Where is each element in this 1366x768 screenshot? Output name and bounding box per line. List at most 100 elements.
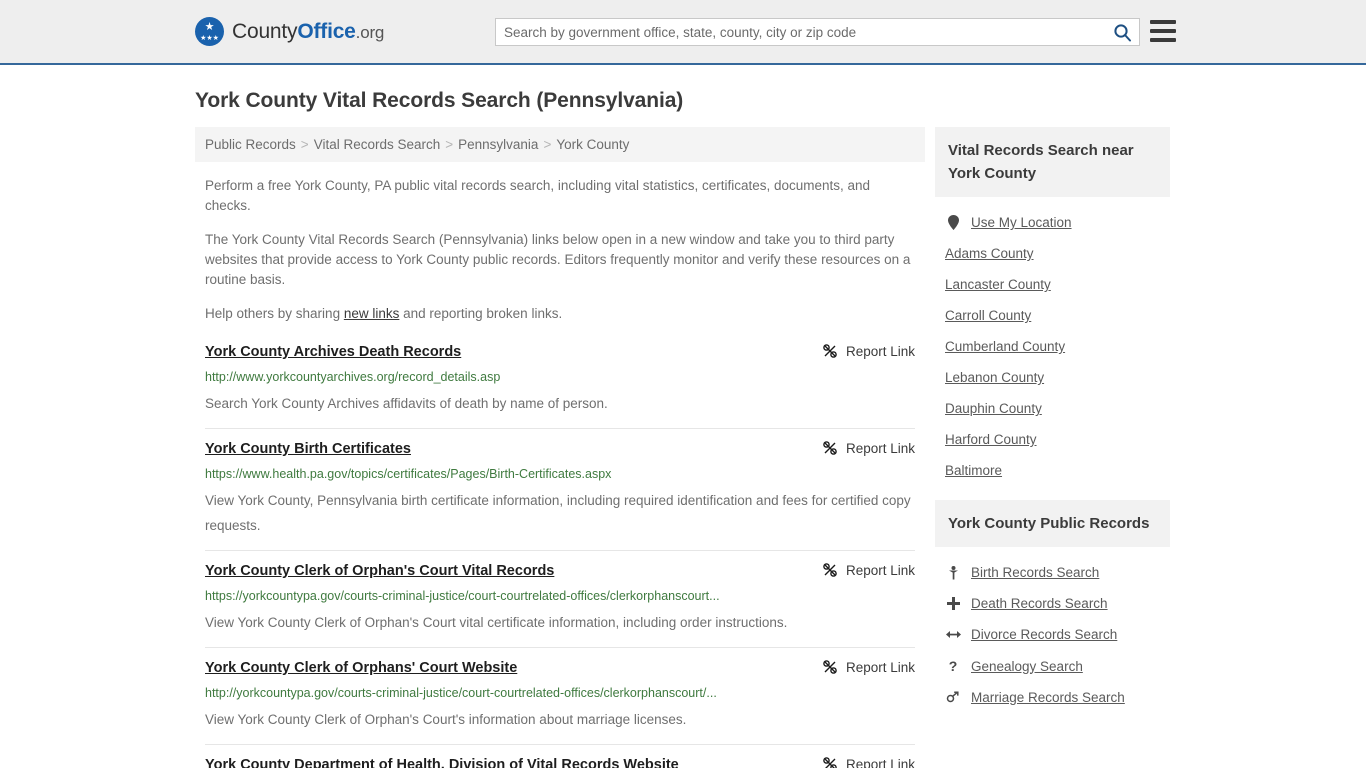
report-link-button[interactable]: Report Link xyxy=(822,342,915,359)
result-description: View York County Clerk of Orphan's Court… xyxy=(205,615,788,630)
result-header: York County Archives Death Records Repor… xyxy=(205,342,915,362)
public-records-panel-title: York County Public Records xyxy=(935,500,1170,547)
sidebar-item-label[interactable]: Birth Records Search xyxy=(971,565,1099,580)
sidebar-item-label[interactable]: Divorce Records Search xyxy=(971,627,1117,642)
result-url: https://www.health.pa.gov/topics/certifi… xyxy=(205,467,612,481)
result-title-link[interactable]: York County Clerk of Orphans' Court Webs… xyxy=(205,658,517,678)
sidebar-item-marriage-records-search[interactable]: Marriage Records Search xyxy=(935,682,1170,713)
result-description: View York County Clerk of Orphan's Court… xyxy=(205,712,687,727)
sidebar-item-divorce-records-search[interactable]: Divorce Records Search xyxy=(935,619,1170,650)
intro-p3-before: Help others by sharing xyxy=(205,306,344,321)
result-url: http://www.yorkcountyarchives.org/record… xyxy=(205,370,501,384)
intro-paragraph-2: The York County Vital Records Search (Pe… xyxy=(205,232,911,287)
report-link-label: Report Link xyxy=(845,756,915,768)
sidebar-item-cumberland-county[interactable]: Cumberland County xyxy=(935,331,1170,362)
sidebar-item-dauphin-county[interactable]: Dauphin County xyxy=(935,393,1170,424)
result-title-link[interactable]: York County Archives Death Records xyxy=(205,342,461,362)
content-layout: Public Records > Vital Records Search > Penn… xyxy=(195,127,1366,768)
report-link-label: Report Link xyxy=(845,562,915,578)
stars-glyph: ★★★ xyxy=(200,35,219,42)
site-logo[interactable]: ★ ★★★ CountyOffice.org xyxy=(195,17,384,46)
intro-text: Perform a free York County, PA public vi… xyxy=(195,176,925,324)
page-body: York County Vital Records Search (Pennsy… xyxy=(0,89,1366,768)
result-title-link[interactable]: York County Clerk of Orphan's Court Vita… xyxy=(205,561,554,581)
report-link-label: Report Link xyxy=(845,659,915,675)
sidebar-item-label[interactable]: Carroll County xyxy=(945,308,1031,323)
broken-link-icon xyxy=(823,757,837,768)
sidebar-item-label[interactable]: Lebanon County xyxy=(945,370,1044,385)
brand-part-org: .org xyxy=(355,22,385,42)
sidebar-item-genealogy-search[interactable]: ? Genealogy Search xyxy=(935,650,1170,682)
brand-wordmark: CountyOffice.org xyxy=(232,20,384,44)
search-input[interactable] xyxy=(496,19,1105,45)
sidebar-item-label[interactable]: Lancaster County xyxy=(945,277,1051,292)
report-link-label: Report Link xyxy=(845,440,915,456)
report-link-button[interactable]: Report Link xyxy=(822,561,915,578)
sidebar-item-label[interactable]: Marriage Records Search xyxy=(971,690,1125,705)
sidebar-item-harford-county[interactable]: Harford County xyxy=(935,424,1170,455)
sidebar-item-label[interactable]: Use My Location xyxy=(971,215,1072,230)
public-records-panel: York County Public Records Birth Records… xyxy=(935,500,1170,713)
sidebar-item-label[interactable]: Cumberland County xyxy=(945,339,1065,354)
map-pin-icon xyxy=(945,215,961,230)
broken-link-icon xyxy=(823,660,837,674)
breadcrumb-separator: > xyxy=(445,137,454,152)
result-item: York County Archives Death Records Repor… xyxy=(205,340,915,428)
report-link-button[interactable]: Report Link xyxy=(822,755,915,768)
nearby-panel-title: Vital Records Search near York County xyxy=(935,127,1170,197)
hamburger-bar-3 xyxy=(1150,38,1176,42)
breadcrumb-item-pennsylvania[interactable]: Pennsylvania xyxy=(458,137,538,152)
result-description: Search York County Archives affidavits o… xyxy=(205,396,608,411)
breadcrumb-item-vital-records-search[interactable]: Vital Records Search xyxy=(314,137,441,152)
report-link-label: Report Link xyxy=(845,343,915,359)
sidebar-item-label[interactable]: Baltimore xyxy=(945,463,1002,478)
new-links-link[interactable]: new links xyxy=(344,306,400,321)
main-column: Public Records > Vital Records Search > Penn… xyxy=(195,127,925,768)
sidebar-item-label[interactable]: Harford County xyxy=(945,432,1037,447)
result-item: York County Department of Health, Divisi… xyxy=(205,744,915,768)
sidebar-item-label[interactable]: Genealogy Search xyxy=(971,659,1083,674)
site-header: ★ ★★★ CountyOffice.org xyxy=(0,0,1366,65)
sidebar: Vital Records Search near York County Us… xyxy=(935,127,1170,717)
sidebar-item-death-records-search[interactable]: Death Records Search xyxy=(935,588,1170,619)
result-url: https://yorkcountypa.gov/courts-criminal… xyxy=(205,589,720,603)
hamburger-bar-2 xyxy=(1150,29,1176,33)
sidebar-item-lancaster-county[interactable]: Lancaster County xyxy=(935,269,1170,300)
result-item: York County Clerk of Orphans' Court Webs… xyxy=(205,647,915,744)
brand-part-county: County xyxy=(232,19,298,43)
sidebar-item-birth-records-search[interactable]: Birth Records Search xyxy=(935,557,1170,588)
search-button[interactable] xyxy=(1105,19,1139,45)
result-header: York County Department of Health, Divisi… xyxy=(205,755,915,768)
county-office-seal-icon: ★ ★★★ xyxy=(195,17,224,46)
breadcrumb-item-public-records[interactable]: Public Records xyxy=(205,137,296,152)
result-item: York County Birth Certificates Report Li… xyxy=(205,428,915,550)
breadcrumb-item-york-county[interactable]: York County xyxy=(556,137,629,152)
sidebar-item-carroll-county[interactable]: Carroll County xyxy=(935,300,1170,331)
results-list: York County Archives Death Records Repor… xyxy=(195,340,925,768)
report-link-button[interactable]: Report Link xyxy=(822,658,915,675)
nearby-panel: Vital Records Search near York County Us… xyxy=(935,127,1170,486)
intro-paragraph-1: Perform a free York County, PA public vi… xyxy=(205,178,871,213)
result-title-link[interactable]: York County Birth Certificates xyxy=(205,439,411,459)
eagle-glyph: ★ xyxy=(204,21,215,33)
sidebar-item-use-my-location[interactable]: Use My Location xyxy=(935,207,1170,238)
sidebar-item-adams-county[interactable]: Adams County xyxy=(935,238,1170,269)
sidebar-item-label[interactable]: Dauphin County xyxy=(945,401,1042,416)
hamburger-menu-icon[interactable] xyxy=(1150,20,1176,42)
gender-symbols-icon xyxy=(945,691,961,704)
sidebar-item-baltimore[interactable]: Baltimore xyxy=(935,455,1170,486)
result-description: View York County, Pennsylvania birth cer… xyxy=(205,493,911,533)
result-title-link[interactable]: York County Department of Health, Divisi… xyxy=(205,755,679,768)
intro-paragraph-3: Help others by sharing new links and rep… xyxy=(205,304,915,324)
cross-icon xyxy=(945,597,961,610)
intro-p3-after: and reporting broken links. xyxy=(399,306,563,321)
sidebar-item-lebanon-county[interactable]: Lebanon County xyxy=(935,362,1170,393)
breadcrumb: Public Records > Vital Records Search > Penn… xyxy=(195,127,925,162)
report-link-button[interactable]: Report Link xyxy=(822,439,915,456)
left-right-arrow-icon xyxy=(945,629,961,640)
brand-part-office: Office xyxy=(297,19,356,43)
baby-icon xyxy=(945,565,961,580)
sidebar-item-label[interactable]: Death Records Search xyxy=(971,596,1108,611)
sidebar-item-label[interactable]: Adams County xyxy=(945,246,1034,261)
search-icon xyxy=(1113,23,1131,41)
